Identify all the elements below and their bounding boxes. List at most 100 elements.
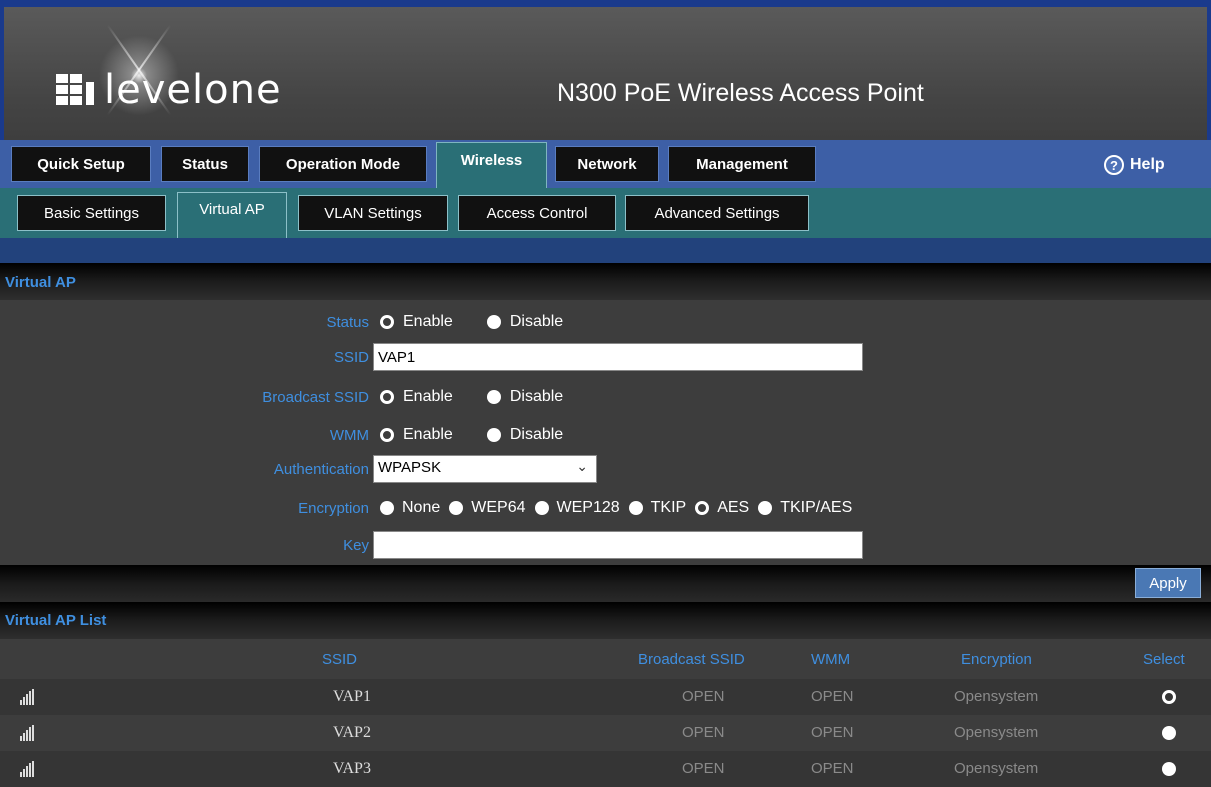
ssid-label: SSID (333, 349, 369, 366)
subtab-basic-settings[interactable]: Basic Settings (17, 195, 166, 231)
encryption-tkip-radio[interactable] (628, 501, 643, 515)
tab-label: Wireless (460, 152, 523, 169)
encryption-option-label: TKIP (650, 499, 687, 516)
help-label: Help (1130, 156, 1165, 173)
row-encryption: Opensystem (954, 760, 1039, 777)
encryption-tkip-aes-radio[interactable] (758, 501, 773, 515)
row-wmm: OPEN (811, 688, 854, 705)
encryption-aes-radio[interactable] (695, 501, 710, 515)
key-input[interactable] (373, 531, 863, 559)
subtab-virtual-ap[interactable]: Virtual AP (177, 192, 287, 238)
virtual-ap-header-bar (0, 263, 1211, 300)
status-radio-group: Enable Disable (380, 313, 597, 331)
status-enable-label: Enable (403, 313, 453, 330)
product-title: N300 PoE Wireless Access Point (557, 79, 924, 107)
encryption-none-radio[interactable] (380, 501, 394, 515)
row-encryption: Opensystem (954, 724, 1039, 741)
authentication-value: WPAPSK (378, 459, 442, 476)
tab-label: Quick Setup (37, 155, 125, 173)
encryption-option-label: WEP64 (471, 499, 526, 516)
row-wmm: OPEN (811, 724, 854, 741)
row-ssid: VAP3 (333, 760, 371, 777)
tab-label: Operation Mode (285, 155, 401, 173)
row-broadcast: OPEN (682, 760, 725, 777)
encryption-option-label: TKIP/AES (780, 499, 853, 516)
tab-management[interactable]: Management (668, 146, 816, 182)
wmm-label: WMM (329, 427, 369, 444)
row-broadcast: OPEN (682, 724, 725, 741)
column-header-broadcast-ssid: Broadcast SSID (638, 651, 745, 668)
column-header-ssid: SSID (322, 651, 358, 668)
wmm-disable-radio[interactable] (486, 428, 501, 442)
row-broadcast: OPEN (682, 688, 725, 705)
broadcast-disable-radio[interactable] (486, 390, 501, 404)
virtual-ap-list-header-bar (0, 602, 1211, 639)
tab-wireless[interactable]: Wireless (436, 142, 547, 188)
encryption-label: Encryption (298, 500, 369, 517)
brand-name: levelone (104, 67, 282, 113)
row-select-radio[interactable] (1162, 726, 1176, 740)
tab-status[interactable]: Status (161, 146, 249, 182)
broadcast-enable-label: Enable (403, 388, 453, 405)
top-border (0, 0, 1211, 7)
signal-icon (20, 725, 34, 741)
tab-quick-setup[interactable]: Quick Setup (11, 146, 151, 182)
table-row: VAP2 OPEN OPEN Opensystem (0, 715, 1211, 751)
virtual-ap-list-title: Virtual AP List (5, 612, 107, 629)
broadcast-enable-radio[interactable] (380, 390, 394, 404)
broadcast-ssid-radio-group: Enable Disable (380, 388, 597, 406)
encryption-wep64-radio[interactable] (449, 501, 464, 515)
tab-operation-mode[interactable]: Operation Mode (259, 146, 427, 182)
encryption-option-label: None (402, 499, 441, 516)
tab-label: Status (182, 155, 228, 173)
virtual-ap-form (0, 300, 1211, 565)
encryption-option-label: AES (717, 499, 750, 516)
wmm-enable-radio[interactable] (380, 428, 394, 442)
brand-mark-icon (56, 74, 94, 105)
signal-icon (20, 761, 34, 777)
ssid-input[interactable] (373, 343, 863, 371)
row-select-radio[interactable] (1162, 690, 1176, 704)
row-ssid: VAP2 (333, 724, 371, 741)
row-wmm: OPEN (811, 760, 854, 777)
encryption-wep128-radio[interactable] (534, 501, 549, 515)
status-disable-label: Disable (509, 313, 564, 330)
header: levelone N300 PoE Wireless Access Point (0, 7, 1211, 140)
tab-label: Network (577, 155, 637, 173)
row-ssid: VAP1 (333, 688, 371, 705)
key-label: Key (343, 537, 369, 554)
wmm-enable-label: Enable (403, 426, 453, 443)
signal-icon (20, 689, 34, 705)
subtab-label: Advanced Settings (654, 204, 780, 222)
column-header-wmm: WMM (811, 651, 851, 668)
row-select-radio[interactable] (1162, 762, 1176, 776)
wmm-radio-group: Enable Disable (380, 426, 597, 444)
column-header-encryption: Encryption (961, 651, 1032, 668)
virtual-ap-title: Virtual AP (5, 274, 76, 291)
subtab-label: Access Control (486, 204, 588, 222)
tab-network[interactable]: Network (555, 146, 659, 182)
encryption-option-label: WEP128 (556, 499, 620, 516)
subtab-label: Basic Settings (43, 204, 140, 222)
status-enable-radio[interactable] (380, 315, 394, 329)
broadcast-disable-label: Disable (509, 388, 564, 405)
brand-logo: levelone (56, 67, 282, 113)
authentication-select[interactable]: WPAPSK ⌄ (373, 455, 597, 483)
status-disable-radio[interactable] (486, 315, 501, 329)
chevron-down-icon: ⌄ (576, 458, 588, 474)
help-link[interactable]: ? Help (1104, 155, 1165, 175)
row-encryption: Opensystem (954, 688, 1039, 705)
apply-button[interactable]: Apply (1135, 568, 1201, 598)
encryption-radio-group: None WEP64 WEP128 TKIP AES TKIP/AES (380, 499, 861, 517)
apply-label: Apply (1149, 574, 1187, 592)
subtab-access-control[interactable]: Access Control (458, 195, 616, 231)
subtab-advanced-settings[interactable]: Advanced Settings (625, 195, 809, 231)
apply-bar (0, 565, 1211, 602)
broadcast-ssid-label: Broadcast SSID (262, 389, 369, 406)
column-header-select: Select (1143, 651, 1185, 668)
nav-divider (0, 238, 1211, 263)
subtab-vlan-settings[interactable]: VLAN Settings (298, 195, 448, 231)
subtab-label: VLAN Settings (324, 204, 422, 222)
authentication-label: Authentication (273, 461, 369, 478)
wmm-disable-label: Disable (509, 426, 564, 443)
